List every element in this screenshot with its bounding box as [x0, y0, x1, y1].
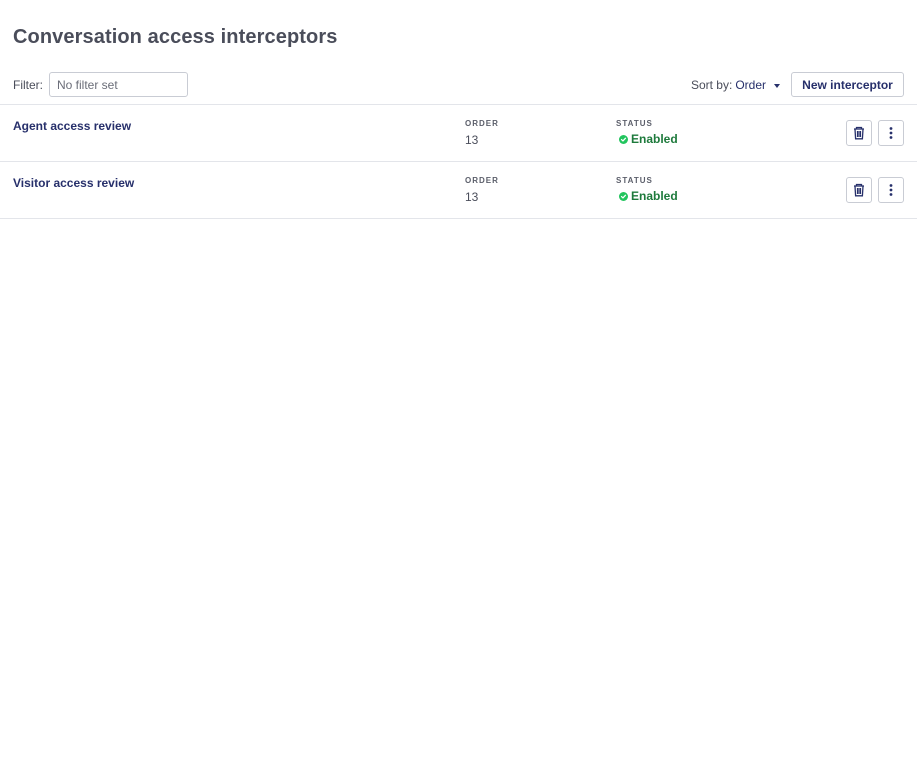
- more-options-button[interactable]: [878, 120, 904, 146]
- order-label: ORDER: [465, 176, 499, 185]
- filter-label: Filter:: [13, 78, 43, 92]
- row-actions: [846, 120, 904, 146]
- status-column: STATUS Enabled: [616, 119, 678, 146]
- delete-button[interactable]: [846, 177, 872, 203]
- status-label: STATUS: [616, 119, 653, 128]
- status-badge: Enabled: [616, 189, 678, 203]
- order-column: ORDER 13: [465, 176, 499, 204]
- trash-icon: [852, 126, 866, 140]
- row-actions: [846, 177, 904, 203]
- order-label: ORDER: [465, 119, 499, 128]
- interceptor-name-link[interactable]: Agent access review: [13, 119, 131, 133]
- order-column: ORDER 13: [465, 119, 499, 147]
- interceptor-name-link[interactable]: Visitor access review: [13, 176, 134, 190]
- status-text: Enabled: [631, 132, 678, 146]
- status-column: STATUS Enabled: [616, 176, 678, 203]
- sort-label: Sort by:: [690, 78, 733, 92]
- sort-dropdown[interactable]: Sort by: Order: [691, 78, 780, 92]
- check-circle-icon: [619, 191, 628, 201]
- more-options-button[interactable]: [878, 177, 904, 203]
- list-item: Visitor access review ORDER 13 STATUS En…: [0, 162, 917, 219]
- status-badge: Enabled: [616, 132, 678, 146]
- page-title: Conversation access interceptors: [13, 26, 338, 48]
- new-interceptor-button[interactable]: New interceptor: [791, 72, 904, 97]
- toolbar: Filter: Sort by: Order New interceptor: [0, 72, 917, 98]
- check-circle-icon: [619, 134, 628, 144]
- delete-button[interactable]: [846, 120, 872, 146]
- kebab-menu-icon: [889, 183, 893, 197]
- status-text: Enabled: [631, 189, 678, 203]
- order-value: 13: [465, 190, 479, 204]
- caret-down-icon: [774, 83, 780, 88]
- kebab-menu-icon: [889, 126, 893, 140]
- interceptor-list: Agent access review ORDER 13 STATUS Enab…: [0, 104, 917, 219]
- page: Conversation access interceptors Filter:…: [0, 0, 917, 781]
- list-item: Agent access review ORDER 13 STATUS Enab…: [0, 105, 917, 162]
- order-value: 13: [465, 133, 479, 147]
- status-label: STATUS: [616, 176, 653, 185]
- filter-input[interactable]: [49, 72, 188, 97]
- trash-icon: [852, 183, 866, 197]
- sort-value: Order: [735, 78, 766, 92]
